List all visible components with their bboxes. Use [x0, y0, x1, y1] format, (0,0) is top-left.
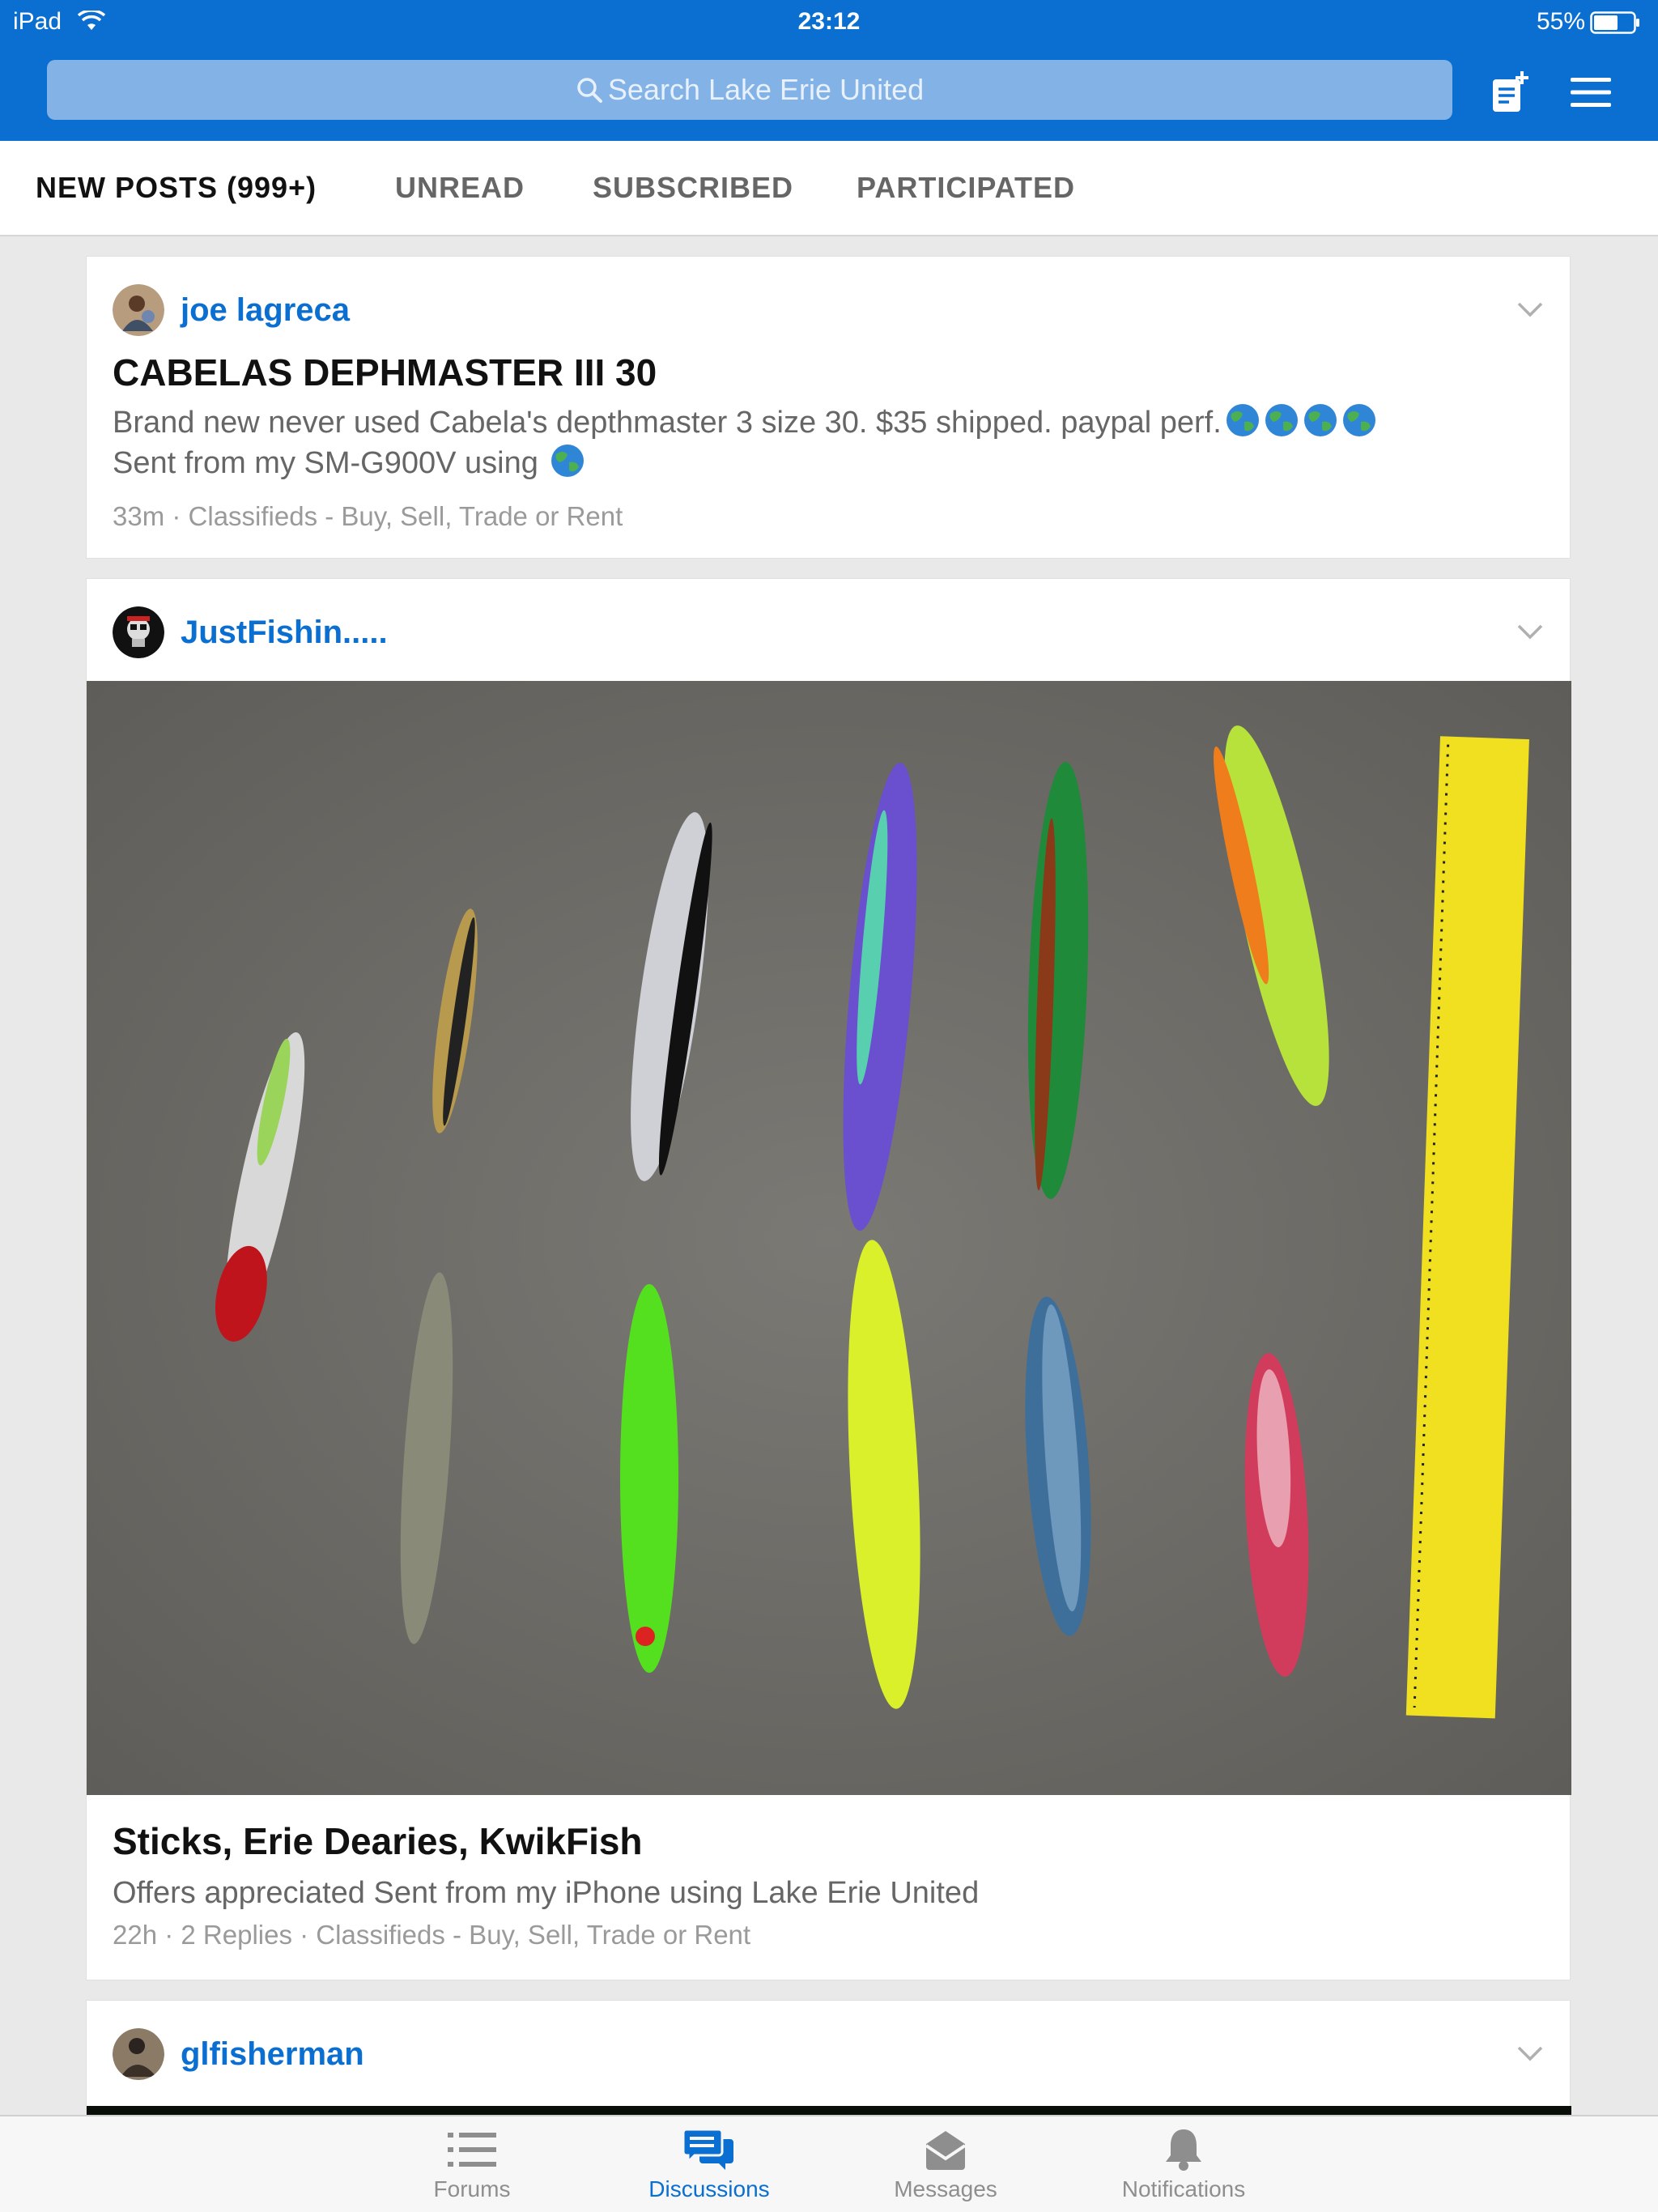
- status-time: 23:12: [797, 8, 861, 35]
- avatar[interactable]: [113, 606, 164, 658]
- post-card[interactable]: joe lagreca CABELAS DEPHMASTER III 30 Br…: [86, 256, 1571, 559]
- bottom-tab-bar: Forums Discussions Messages Notification…: [0, 2115, 1658, 2212]
- chevron-down-icon[interactable]: [1516, 300, 1544, 318]
- tab-new-posts[interactable]: NEW POSTS (999+): [36, 141, 317, 235]
- snippet-line: Brand new never used Cabela's depthmaste…: [113, 402, 1537, 443]
- app-header: iPad 23:12 55% Search Lake Erie United: [0, 0, 1658, 141]
- post-author-row[interactable]: joe lagreca: [113, 284, 350, 336]
- author-name[interactable]: glfisherman: [181, 2036, 364, 2073]
- author-name[interactable]: joe lagreca: [181, 292, 350, 329]
- envelope-icon: [925, 2131, 967, 2170]
- nav-notifications[interactable]: Notifications: [1078, 2116, 1289, 2212]
- forum-name[interactable]: Classifieds - Buy, Sell, Trade or Rent: [189, 501, 623, 531]
- bell-icon: [1166, 2129, 1201, 2171]
- globe-emoji-icon: [551, 445, 585, 477]
- post-snippet: Offers appreciated Sent from my iPhone u…: [113, 1876, 980, 1910]
- post-meta: 22h · 2 Replies · Classifieds - Buy, Sel…: [113, 1920, 751, 1950]
- snippet-line: Sent from my SM-G900V using: [113, 443, 1537, 483]
- chevron-down-icon[interactable]: [1516, 2044, 1544, 2062]
- hamburger-menu-icon[interactable]: [1571, 78, 1611, 107]
- tab-subscribed[interactable]: SUBSCRIBED: [593, 141, 793, 235]
- search-placeholder: Search Lake Erie United: [607, 73, 925, 106]
- avatar[interactable]: [113, 284, 164, 336]
- nav-label: Discussions: [648, 2176, 770, 2201]
- globe-emoji-icon: [1265, 404, 1298, 436]
- post-title[interactable]: Sticks, Erie Dearies, KwikFish: [113, 1819, 643, 1863]
- battery-percent: 55%: [1536, 8, 1585, 35]
- post-card[interactable]: JustFishin..... Sticks, Erie Dearies, Kw…: [86, 578, 1571, 1980]
- nav-messages[interactable]: Messages: [840, 2116, 1051, 2212]
- globe-emoji-icon: [1342, 404, 1375, 436]
- new-post-icon[interactable]: [1491, 70, 1530, 113]
- globe-emoji-icon: [1303, 404, 1337, 436]
- post-time: 22h: [113, 1920, 158, 1950]
- list-icon: [448, 2133, 496, 2167]
- post-photo[interactable]: [87, 681, 1571, 1795]
- globe-emoji-icon: [1226, 404, 1259, 436]
- search-icon: [577, 78, 602, 103]
- snippet-text: Brand new never used Cabela's depthmaste…: [113, 406, 1222, 440]
- post-snippet: Brand new never used Cabela's depthmaste…: [113, 402, 1537, 483]
- chat-bubbles-icon: [683, 2128, 733, 2170]
- post-meta: 33m · Classifieds - Buy, Sell, Trade or …: [113, 501, 623, 531]
- nav-label: Messages: [894, 2176, 997, 2201]
- post-time: 33m: [113, 501, 165, 531]
- avatar[interactable]: [113, 2028, 164, 2080]
- search-input[interactable]: Search Lake Erie United: [47, 60, 1452, 120]
- tab-participated[interactable]: PARTICIPATED: [857, 141, 1075, 235]
- snippet-text: Sent from my SM-G900V using: [113, 446, 538, 480]
- nav-label: Forums: [433, 2176, 511, 2201]
- battery-icon: [1590, 11, 1639, 34]
- chevron-down-icon[interactable]: [1516, 623, 1544, 640]
- filter-tab-bar: NEW POSTS (999+) UNREAD SUBSCRIBED PARTI…: [0, 141, 1658, 236]
- post-author-row[interactable]: JustFishin.....: [113, 606, 388, 658]
- post-author-row[interactable]: glfisherman: [113, 2028, 364, 2080]
- reply-count: 2 Replies: [181, 1920, 292, 1950]
- tab-unread[interactable]: UNREAD: [395, 141, 525, 235]
- post-title[interactable]: CABELAS DEPHMASTER III 30: [113, 351, 657, 394]
- status-bar: iPad 23:12 55%: [0, 0, 1658, 45]
- nav-forums[interactable]: Forums: [367, 2116, 577, 2212]
- author-name[interactable]: JustFishin.....: [181, 615, 388, 651]
- nav-discussions[interactable]: Discussions: [604, 2116, 814, 2212]
- forum-name[interactable]: Classifieds - Buy, Sell, Trade or Rent: [316, 1920, 750, 1950]
- nav-label: Notifications: [1121, 2176, 1246, 2201]
